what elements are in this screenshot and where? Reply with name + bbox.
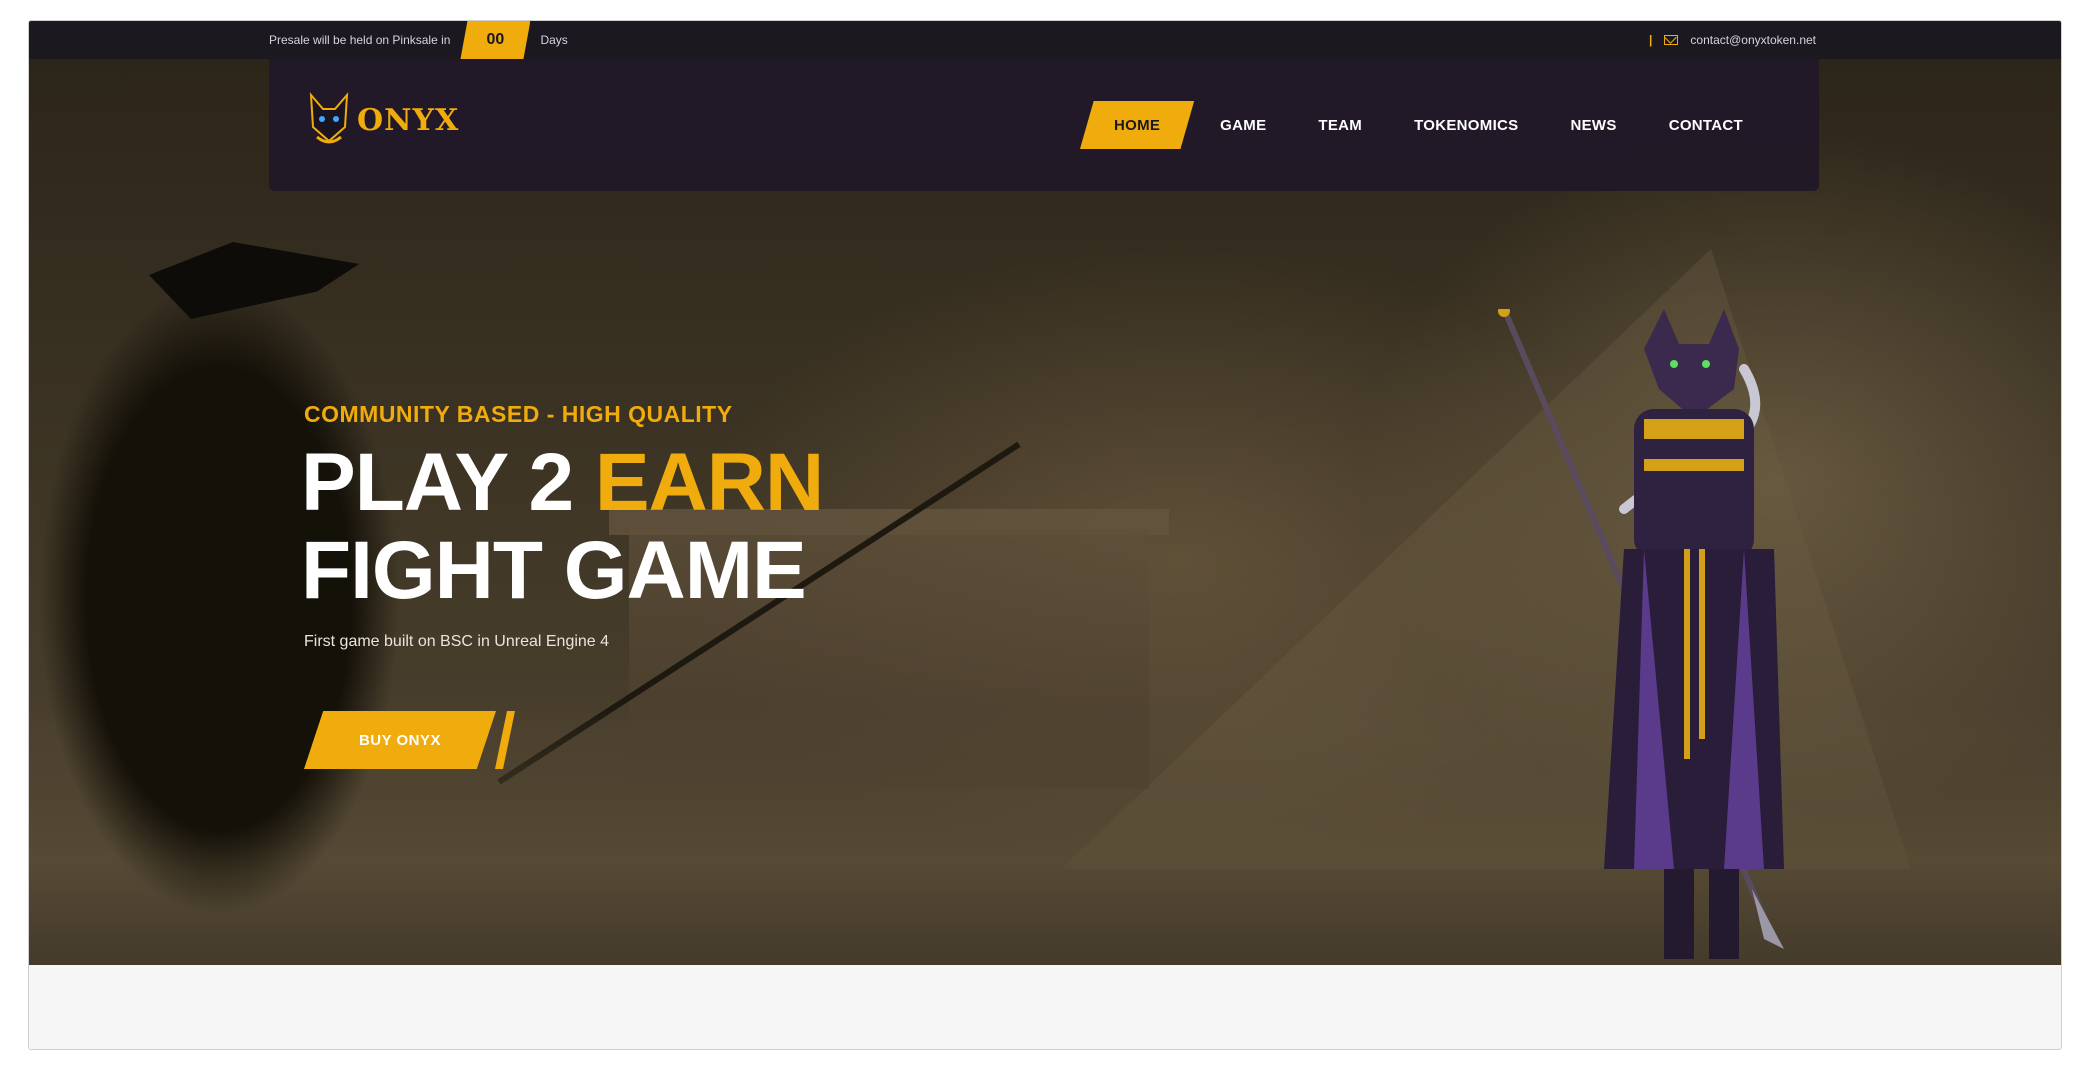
nav-item-home[interactable]: HOME bbox=[1079, 101, 1195, 149]
cat-warrior-character bbox=[1498, 309, 1784, 959]
headline-line-1: PLAY 2 EARN bbox=[301, 437, 824, 528]
topbar-separator: | bbox=[1649, 33, 1653, 47]
nav-item-news[interactable]: NEWS bbox=[1544, 101, 1642, 149]
nav-item-contact[interactable]: CONTACT bbox=[1643, 101, 1769, 149]
main-navigation: ONYX HOME GAME TEAM TOKENOMICS NEWS CONT… bbox=[269, 59, 1819, 191]
hero-section: ONYX HOME GAME TEAM TOKENOMICS NEWS CONT… bbox=[29, 59, 2061, 965]
below-hero-section bbox=[29, 965, 2061, 1049]
onyx-cat-logo-icon bbox=[309, 92, 349, 144]
presale-topbar: Presale will be held on Pinksale in 00 D… bbox=[29, 21, 2061, 59]
mail-icon bbox=[1664, 35, 1679, 45]
nav-item-tokenomics[interactable]: TOKENOMICS bbox=[1388, 101, 1544, 149]
countdown-days-value: 00 bbox=[460, 21, 531, 59]
browser-viewport: Presale will be held on Pinksale in 00 D… bbox=[28, 20, 2062, 1050]
hero-headline: PLAY 2 EARN FIGHT GAME bbox=[301, 437, 824, 616]
headline-earn: EARN bbox=[594, 437, 824, 528]
logo-text: ONYX bbox=[357, 102, 460, 138]
contact-email-link[interactable]: contact@onyxtoken.net bbox=[1690, 33, 1816, 47]
headline-line-2: FIGHT GAME bbox=[301, 525, 807, 616]
topbar-contact: | contact@onyxtoken.net bbox=[1649, 21, 1816, 59]
nav-item-team[interactable]: TEAM bbox=[1292, 101, 1388, 149]
presale-text: Presale will be held on Pinksale in bbox=[269, 33, 451, 47]
site-logo[interactable]: ONYX bbox=[307, 91, 459, 149]
presale-countdown: Presale will be held on Pinksale in 00 D… bbox=[269, 21, 568, 59]
hero-tagline: COMMUNITY BASED - HIGH QUALITY bbox=[304, 401, 733, 427]
countdown-days-label: Days bbox=[540, 33, 568, 47]
hero-subtitle: First game built on BSC in Unreal Engine… bbox=[304, 633, 610, 650]
nav-menu: HOME GAME TEAM TOKENOMICS NEWS CONTACT bbox=[1079, 101, 1769, 149]
headline-play-2: PLAY 2 bbox=[301, 437, 595, 528]
nav-item-game[interactable]: GAME bbox=[1194, 101, 1292, 149]
buy-onyx-button[interactable]: BUY ONYX bbox=[304, 711, 496, 769]
